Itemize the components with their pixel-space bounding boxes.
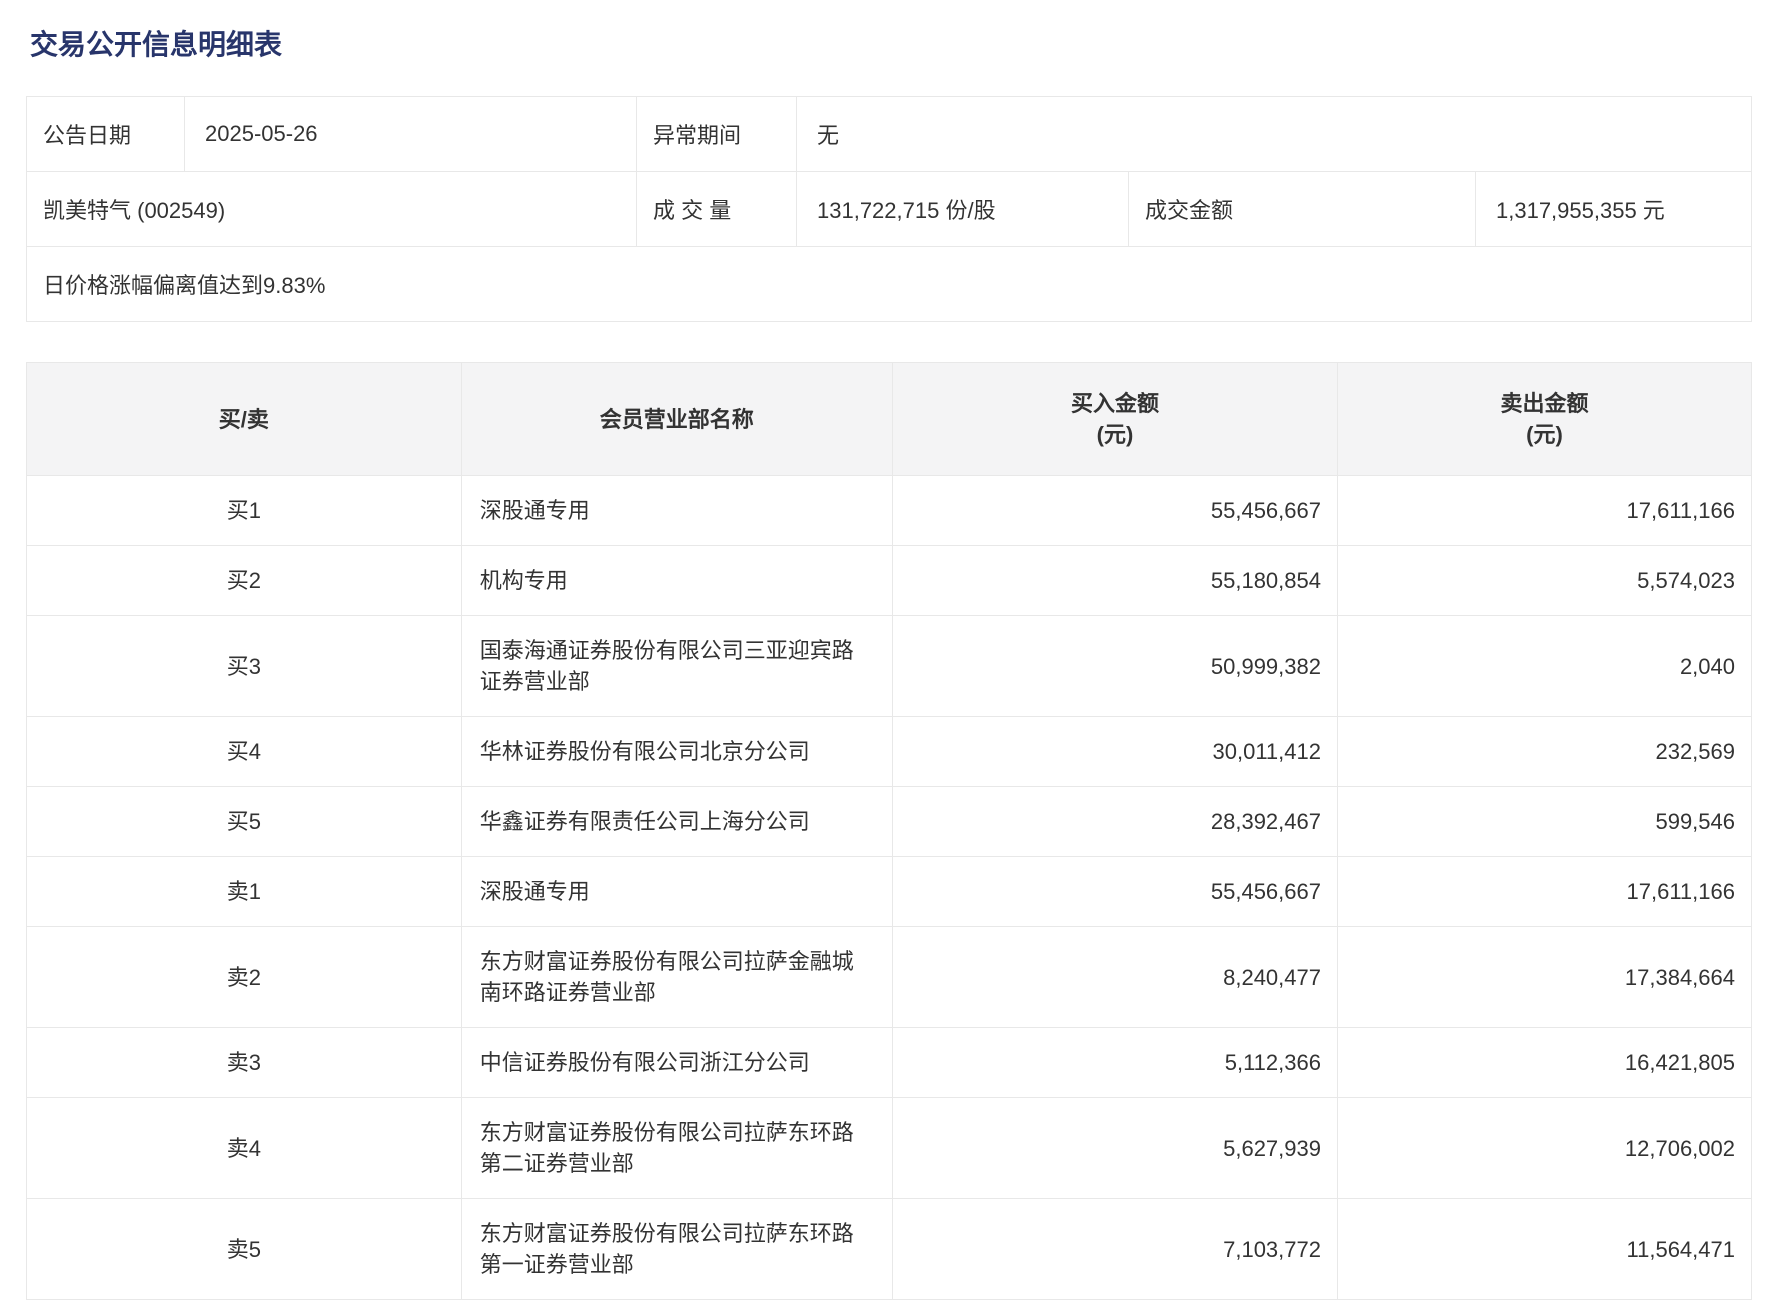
announce-date-value: 2025-05-26: [185, 97, 637, 171]
side-rank-cell: 买1: [27, 476, 462, 546]
table-row: 买2 机构专用 55,180,854 5,574,023: [27, 546, 1752, 616]
broker-name-cell: 机构专用: [461, 546, 892, 616]
deviation-note: 日价格涨幅偏离值达到9.83%: [27, 247, 1751, 321]
broker-name-cell: 华林证券股份有限公司北京分公司: [461, 717, 892, 787]
sell-amount-cell: 17,384,664: [1337, 927, 1751, 1028]
buy-amount-cell: 8,240,477: [892, 927, 1337, 1028]
side-rank-cell: 卖3: [27, 1028, 462, 1098]
buy-amount-cell: 5,112,366: [892, 1028, 1337, 1098]
summary-row-deviation: 日价格涨幅偏离值达到9.83%: [27, 246, 1751, 321]
column-header-buy-amount: 买入金额 (元): [892, 363, 1337, 476]
buy-amount-cell: 28,392,467: [892, 787, 1337, 857]
broker-name-cell: 东方财富证券股份有限公司拉萨东环路第二证券营业部: [461, 1098, 892, 1199]
side-rank-cell: 卖2: [27, 927, 462, 1028]
side-rank-cell: 买3: [27, 616, 462, 717]
trade-disclosure-page: 交易公开信息明细表 公告日期 2025-05-26 异常期间 无 凯美特气 (0…: [0, 0, 1778, 1300]
side-rank-cell: 卖1: [27, 857, 462, 927]
table-row: 卖4 东方财富证券股份有限公司拉萨东环路第二证券营业部 5,627,939 12…: [27, 1098, 1752, 1199]
broker-name-cell: 华鑫证券有限责任公司上海分公司: [461, 787, 892, 857]
side-rank-cell: 卖5: [27, 1199, 462, 1300]
summary-info-table: 公告日期 2025-05-26 异常期间 无 凯美特气 (002549) 成 交…: [26, 96, 1752, 322]
sell-amount-header-unit: (元): [1338, 419, 1751, 450]
trade-table-header-row: 买/卖 会员营业部名称 买入金额 (元) 卖出金额 (元): [27, 363, 1752, 476]
broker-name-cell: 深股通专用: [461, 476, 892, 546]
announce-date-label: 公告日期: [27, 97, 185, 171]
volume-value: 131,722,715 份/股: [797, 172, 1129, 246]
table-row: 卖1 深股通专用 55,456,667 17,611,166: [27, 857, 1752, 927]
side-rank-cell: 买2: [27, 546, 462, 616]
broker-name-cell: 中信证券股份有限公司浙江分公司: [461, 1028, 892, 1098]
sell-amount-header-line1: 卖出金额: [1338, 388, 1751, 419]
trade-table: 买/卖 会员营业部名称 买入金额 (元) 卖出金额 (元) 买1 深股通专用 5…: [26, 362, 1752, 1300]
broker-name-cell: 国泰海通证券股份有限公司三亚迎宾路证券营业部: [461, 616, 892, 717]
table-row: 卖5 东方财富证券股份有限公司拉萨东环路第一证券营业部 7,103,772 11…: [27, 1199, 1752, 1300]
sell-amount-cell: 5,574,023: [1337, 546, 1751, 616]
column-header-side: 买/卖: [27, 363, 462, 476]
column-header-sell-amount: 卖出金额 (元): [1337, 363, 1751, 476]
sell-amount-cell: 17,611,166: [1337, 857, 1751, 927]
stock-name: 凯美特气 (002549): [27, 172, 637, 246]
broker-name-cell: 东方财富证券股份有限公司拉萨东环路第一证券营业部: [461, 1199, 892, 1300]
buy-amount-cell: 50,999,382: [892, 616, 1337, 717]
sell-amount-cell: 12,706,002: [1337, 1098, 1751, 1199]
sell-amount-cell: 11,564,471: [1337, 1199, 1751, 1300]
buy-amount-cell: 55,456,667: [892, 476, 1337, 546]
side-rank-cell: 买5: [27, 787, 462, 857]
buy-amount-cell: 30,011,412: [892, 717, 1337, 787]
buy-amount-header-unit: (元): [893, 419, 1337, 450]
table-row: 买1 深股通专用 55,456,667 17,611,166: [27, 476, 1752, 546]
summary-row-stock: 凯美特气 (002549) 成 交 量 131,722,715 份/股 成交金额…: [27, 171, 1751, 246]
volume-label: 成 交 量: [637, 172, 797, 246]
table-row: 卖3 中信证券股份有限公司浙江分公司 5,112,366 16,421,805: [27, 1028, 1752, 1098]
buy-amount-cell: 55,180,854: [892, 546, 1337, 616]
abnormal-period-value: 无: [797, 97, 1751, 171]
buy-amount-cell: 55,456,667: [892, 857, 1337, 927]
side-rank-cell: 买4: [27, 717, 462, 787]
turnover-value: 1,317,955,355 元: [1476, 172, 1751, 246]
buy-amount-header-line1: 买入金额: [893, 388, 1337, 419]
buy-amount-cell: 7,103,772: [892, 1199, 1337, 1300]
table-row: 买4 华林证券股份有限公司北京分公司 30,011,412 232,569: [27, 717, 1752, 787]
sell-amount-cell: 16,421,805: [1337, 1028, 1751, 1098]
sell-amount-cell: 599,546: [1337, 787, 1751, 857]
table-row: 卖2 东方财富证券股份有限公司拉萨金融城南环路证券营业部 8,240,477 1…: [27, 927, 1752, 1028]
column-header-broker-name: 会员营业部名称: [461, 363, 892, 476]
sell-amount-cell: 232,569: [1337, 717, 1751, 787]
sell-amount-cell: 2,040: [1337, 616, 1751, 717]
summary-row-date: 公告日期 2025-05-26 异常期间 无: [27, 97, 1751, 171]
trade-table-body: 买1 深股通专用 55,456,667 17,611,166 买2 机构专用 5…: [27, 476, 1752, 1300]
broker-name-cell: 深股通专用: [461, 857, 892, 927]
side-rank-cell: 卖4: [27, 1098, 462, 1199]
broker-name-cell: 东方财富证券股份有限公司拉萨金融城南环路证券营业部: [461, 927, 892, 1028]
turnover-label: 成交金额: [1129, 172, 1476, 246]
table-row: 买5 华鑫证券有限责任公司上海分公司 28,392,467 599,546: [27, 787, 1752, 857]
table-row: 买3 国泰海通证券股份有限公司三亚迎宾路证券营业部 50,999,382 2,0…: [27, 616, 1752, 717]
abnormal-period-label: 异常期间: [637, 97, 797, 171]
sell-amount-cell: 17,611,166: [1337, 476, 1751, 546]
page-title: 交易公开信息明细表: [30, 28, 1752, 62]
buy-amount-cell: 5,627,939: [892, 1098, 1337, 1199]
